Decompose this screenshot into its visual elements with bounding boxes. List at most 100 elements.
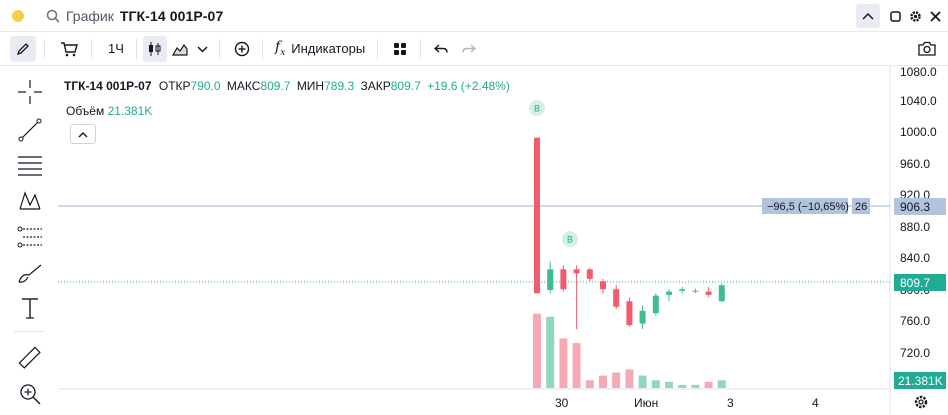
chevron-up-icon bbox=[862, 12, 874, 20]
layouts-button[interactable] bbox=[388, 36, 412, 62]
draw-mode-button[interactable] bbox=[10, 35, 36, 62]
candles-icon bbox=[149, 41, 161, 56]
brush-tool[interactable] bbox=[16, 259, 44, 287]
candle-down[interactable] bbox=[705, 291, 712, 295]
last-volume-label: 21.381K bbox=[898, 374, 943, 388]
time-tick: 30 bbox=[555, 396, 569, 410]
last-price-label: 809.7 bbox=[900, 276, 930, 290]
area-type-button[interactable] bbox=[169, 36, 191, 62]
legend-open-label: ОТКР bbox=[158, 79, 191, 93]
candle-down[interactable] bbox=[560, 269, 567, 290]
drawing-toolbar bbox=[0, 66, 58, 415]
ruler-icon bbox=[18, 346, 41, 369]
chevron-up-icon bbox=[78, 131, 88, 137]
volume-bar bbox=[585, 380, 594, 388]
candle-up[interactable] bbox=[652, 295, 659, 314]
crosshair-tool[interactable] bbox=[16, 78, 44, 106]
gear-icon[interactable] bbox=[908, 9, 922, 23]
candle-up[interactable] bbox=[547, 269, 554, 291]
ohlc-legend: ТГК-14 001Р-07 ОТКР790.0 МАКС809.7 МИН78… bbox=[64, 79, 510, 93]
candle-up[interactable] bbox=[666, 291, 672, 295]
legend-collapse-button[interactable] bbox=[70, 124, 96, 144]
candle-series bbox=[534, 137, 725, 330]
window-titlebar: График ТГК-14 001Р-07 bbox=[0, 0, 948, 32]
crosshair-icon bbox=[18, 80, 42, 104]
legend-high-label: МАКС bbox=[226, 79, 261, 93]
settings-icon[interactable] bbox=[913, 394, 929, 410]
pattern-tool[interactable] bbox=[16, 187, 44, 215]
screenshot-button[interactable] bbox=[914, 36, 940, 62]
candle-down[interactable] bbox=[586, 269, 593, 279]
interval-button[interactable]: 1Ч bbox=[102, 36, 130, 62]
volume-legend-value: 21.381K bbox=[107, 104, 153, 118]
price-tick: 720.0 bbox=[900, 346, 930, 360]
candle-up[interactable] bbox=[679, 289, 686, 291]
zoom-tool[interactable] bbox=[16, 380, 44, 408]
measure-price: 906.3 bbox=[900, 200, 930, 214]
maximize-icon[interactable] bbox=[888, 9, 902, 23]
ruler-tool[interactable] bbox=[16, 344, 44, 372]
chart-canvas[interactable]: 1080.0 1040.0 1000.0 960.0 920.0 880.0 8… bbox=[58, 66, 948, 415]
candle-down[interactable] bbox=[534, 137, 540, 294]
volume-bar bbox=[665, 381, 673, 388]
candle-up[interactable] bbox=[718, 285, 725, 302]
legend-low-label: МИН bbox=[296, 79, 325, 93]
lines-tool[interactable] bbox=[16, 151, 44, 179]
candle-up[interactable] bbox=[692, 290, 699, 292]
indicators-button[interactable]: fx Индикаторы bbox=[271, 36, 369, 62]
collapse-button[interactable] bbox=[856, 4, 880, 28]
buy-marker-label: B bbox=[567, 235, 573, 245]
redo-icon bbox=[462, 43, 477, 53]
pencil-icon bbox=[16, 42, 29, 55]
candle-down[interactable] bbox=[573, 269, 580, 274]
brush-icon bbox=[18, 264, 42, 283]
close-icon[interactable] bbox=[928, 9, 942, 23]
window-status-dot bbox=[12, 9, 24, 22]
volume-bar bbox=[599, 375, 607, 388]
measure-label: −96,5 (−10,65%) bbox=[767, 201, 849, 213]
time-tick: 3 bbox=[727, 396, 734, 410]
camera-icon bbox=[918, 41, 936, 56]
buy-marker-label: B bbox=[534, 104, 540, 114]
volume-bar bbox=[638, 375, 647, 388]
symbol-title[interactable]: ТГК-14 001Р-07 bbox=[120, 8, 224, 24]
trend-line-tool[interactable] bbox=[16, 116, 44, 144]
interval-label: 1Ч bbox=[108, 41, 124, 56]
chart-pane[interactable]: 1080.0 1040.0 1000.0 960.0 920.0 880.0 8… bbox=[58, 66, 948, 415]
cart-icon bbox=[61, 41, 78, 56]
chart-type-dropdown[interactable] bbox=[193, 36, 211, 62]
pattern-icon bbox=[19, 191, 41, 210]
time-scale[interactable]: 30 Июн 3 4 bbox=[555, 396, 819, 410]
redo-button[interactable] bbox=[457, 36, 481, 62]
search-icon[interactable] bbox=[46, 9, 60, 23]
order-button[interactable] bbox=[55, 36, 83, 62]
horizontal-lines-icon bbox=[18, 156, 42, 176]
volume-bar bbox=[691, 384, 700, 388]
candle-down[interactable] bbox=[600, 281, 606, 290]
candles-type-button[interactable] bbox=[143, 35, 167, 62]
price-tick: 960.0 bbox=[900, 157, 930, 171]
price-tick: 1080.0 bbox=[900, 66, 937, 79]
zoom-in-icon bbox=[20, 384, 41, 405]
fib-tool[interactable] bbox=[16, 223, 44, 251]
volume-bar bbox=[717, 380, 726, 388]
volume-legend-label: Объём bbox=[66, 104, 105, 118]
price-tick: 840.0 bbox=[900, 251, 930, 265]
candle-down[interactable] bbox=[613, 289, 620, 307]
legend-low-value: 789.3 bbox=[324, 79, 355, 93]
undo-button[interactable] bbox=[429, 36, 453, 62]
price-tick: 880.0 bbox=[900, 220, 930, 234]
candle-up[interactable] bbox=[639, 310, 646, 324]
fx-icon: fx bbox=[275, 39, 286, 58]
volume-bar bbox=[612, 372, 621, 388]
price-tick: 760.0 bbox=[900, 314, 930, 328]
time-tick: 4 bbox=[812, 396, 819, 410]
chart-toolbar: 1Ч fx Индикаторы bbox=[0, 32, 948, 66]
text-tool[interactable] bbox=[16, 294, 44, 322]
candle-down[interactable] bbox=[626, 301, 633, 326]
compare-button[interactable] bbox=[230, 36, 254, 62]
volume-bar bbox=[559, 338, 568, 388]
legend-high-value: 809.7 bbox=[260, 79, 291, 93]
chevron-down-icon bbox=[196, 45, 208, 53]
window-title-label: График bbox=[66, 7, 114, 24]
